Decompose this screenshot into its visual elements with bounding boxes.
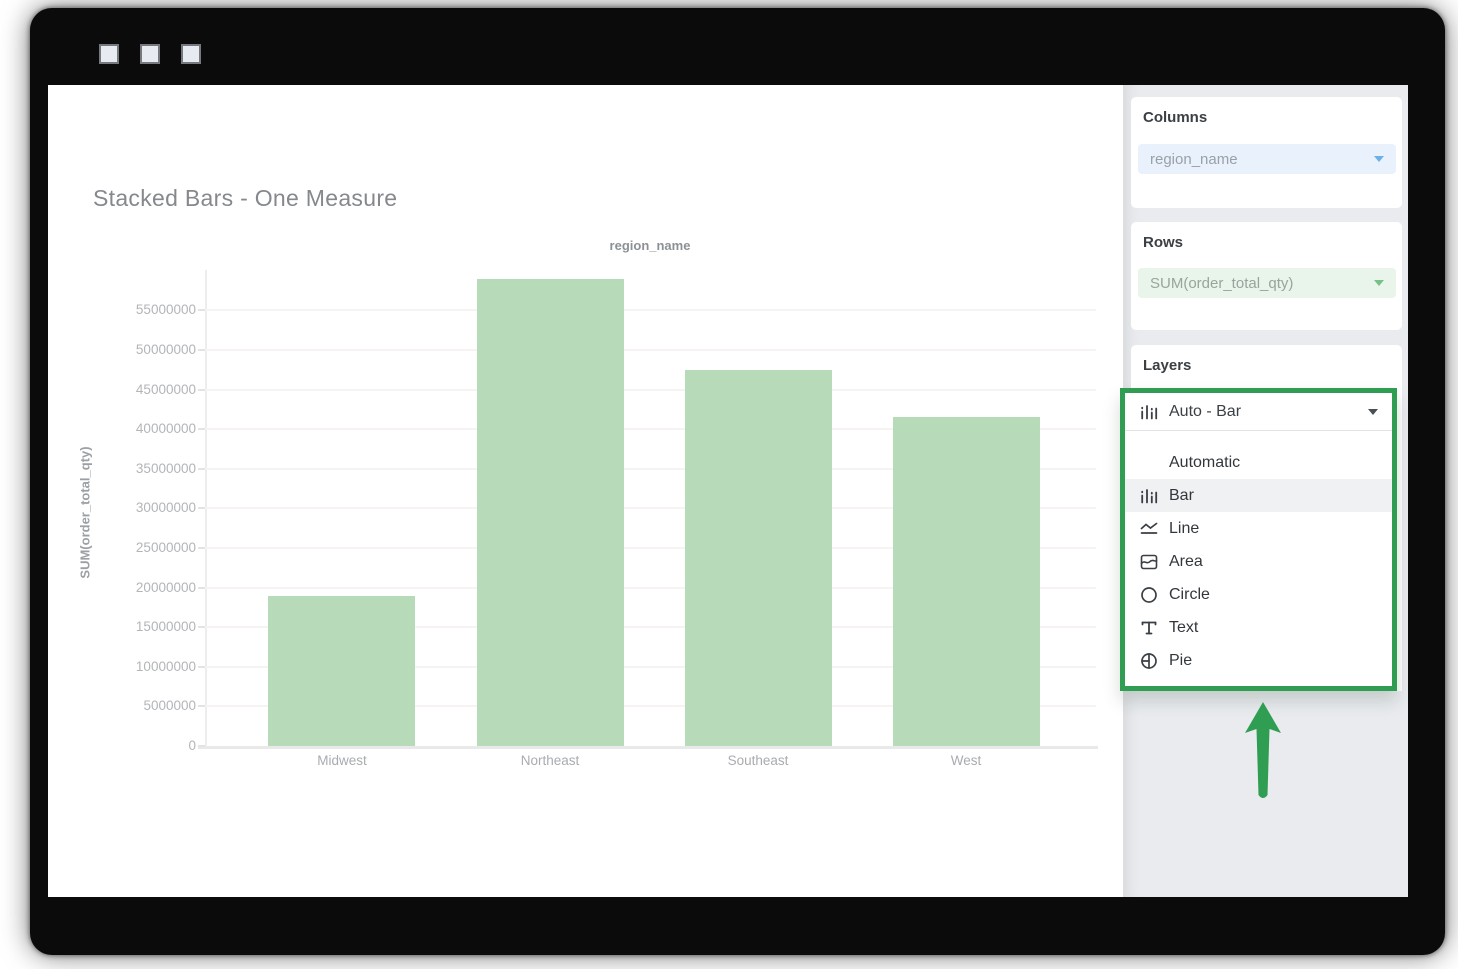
bar-chart-icon (1139, 486, 1159, 506)
chart-title: Stacked Bars - One Measure (93, 185, 397, 212)
bar-midwest[interactable] (268, 596, 415, 746)
y-tick-label: 35000000 (106, 461, 196, 476)
layer-type-dropdown-highlight: Auto - Bar Automatic B (1120, 388, 1397, 691)
gridline (205, 309, 1096, 311)
y-axis-tick (198, 745, 205, 747)
y-tick-label: 0 (106, 738, 196, 753)
menu-item-automatic[interactable]: Automatic (1125, 446, 1392, 479)
y-axis-tick (198, 587, 205, 589)
gridline (205, 389, 1096, 391)
app-window: Stacked Bars - One Measure region_name S… (30, 8, 1445, 955)
rows-card: Rows SUM(order_total_qty) (1131, 222, 1402, 330)
annotation-arrow-up (1245, 702, 1281, 802)
y-axis-tick (198, 309, 205, 311)
y-tick-label: 50000000 (106, 342, 196, 357)
menu-item-bar[interactable]: Bar (1125, 479, 1392, 512)
menu-item-circle[interactable]: Circle (1125, 578, 1392, 611)
rows-header: Rows (1143, 234, 1183, 251)
y-tick-label: 45000000 (106, 382, 196, 397)
rows-field-label: SUM(order_total_qty) (1150, 275, 1374, 292)
x-category-label: Northeast (470, 753, 630, 768)
y-axis-tick (198, 705, 205, 707)
menu-item-text[interactable]: Text (1125, 611, 1392, 644)
x-category-label: Southeast (678, 753, 838, 768)
chevron-down-icon (1374, 156, 1384, 162)
columns-field-label: region_name (1150, 151, 1374, 168)
window-button-2[interactable] (140, 44, 160, 64)
main-content: Stacked Bars - One Measure region_name S… (48, 85, 1408, 897)
bar-southeast[interactable] (685, 370, 832, 746)
line-chart-icon (1139, 519, 1159, 539)
pie-chart-icon (1139, 651, 1159, 671)
menu-item-pie[interactable]: Pie (1125, 644, 1392, 677)
bar-chart-icon (1139, 402, 1159, 422)
y-axis-tick (198, 507, 205, 509)
area-chart-icon (1139, 552, 1159, 572)
menu-item-line[interactable]: Line (1125, 512, 1392, 545)
text-chart-icon (1139, 618, 1159, 638)
y-axis-tick (198, 626, 205, 628)
y-axis-tick (198, 389, 205, 391)
x-category-label: West (886, 753, 1046, 768)
columns-field-pill[interactable]: region_name (1138, 144, 1396, 174)
layer-type-menu: Automatic Bar (1125, 431, 1392, 685)
y-tick-label: 5000000 (106, 698, 196, 713)
title-bar (30, 8, 1445, 85)
y-tick-label: 30000000 (106, 500, 196, 515)
window-button-1[interactable] (99, 44, 119, 64)
y-tick-label: 40000000 (106, 421, 196, 436)
y-axis-title: SUM(order_total_qty) (78, 323, 93, 703)
bar-west[interactable] (893, 417, 1040, 746)
columns-header: Columns (1143, 109, 1207, 126)
gridline (205, 349, 1096, 351)
chevron-down-icon (1374, 280, 1384, 286)
x-axis-title: region_name (450, 238, 850, 253)
y-tick-label: 15000000 (106, 619, 196, 634)
y-tick-label: 25000000 (106, 540, 196, 555)
window-button-3[interactable] (181, 44, 201, 64)
chevron-down-icon (1368, 409, 1378, 415)
layer-type-dropdown-value: Auto - Bar (1169, 403, 1368, 421)
y-tick-label: 20000000 (106, 580, 196, 595)
y-tick-label: 10000000 (106, 659, 196, 674)
columns-card: Columns region_name (1131, 97, 1402, 208)
layers-header: Layers (1143, 357, 1191, 374)
rows-field-pill[interactable]: SUM(order_total_qty) (1138, 268, 1396, 298)
y-tick-label: 55000000 (106, 302, 196, 317)
layer-type-dropdown[interactable]: Auto - Bar (1125, 393, 1392, 431)
bar-northeast[interactable] (477, 279, 624, 746)
y-axis-tick (198, 349, 205, 351)
circle-chart-icon (1139, 585, 1159, 605)
y-axis-tick (198, 666, 205, 668)
y-axis-tick (198, 547, 205, 549)
y-axis-tick (198, 468, 205, 470)
x-axis-line (198, 746, 1098, 749)
x-category-label: Midwest (262, 753, 422, 768)
y-axis-tick (198, 428, 205, 430)
menu-item-area[interactable]: Area (1125, 545, 1392, 578)
